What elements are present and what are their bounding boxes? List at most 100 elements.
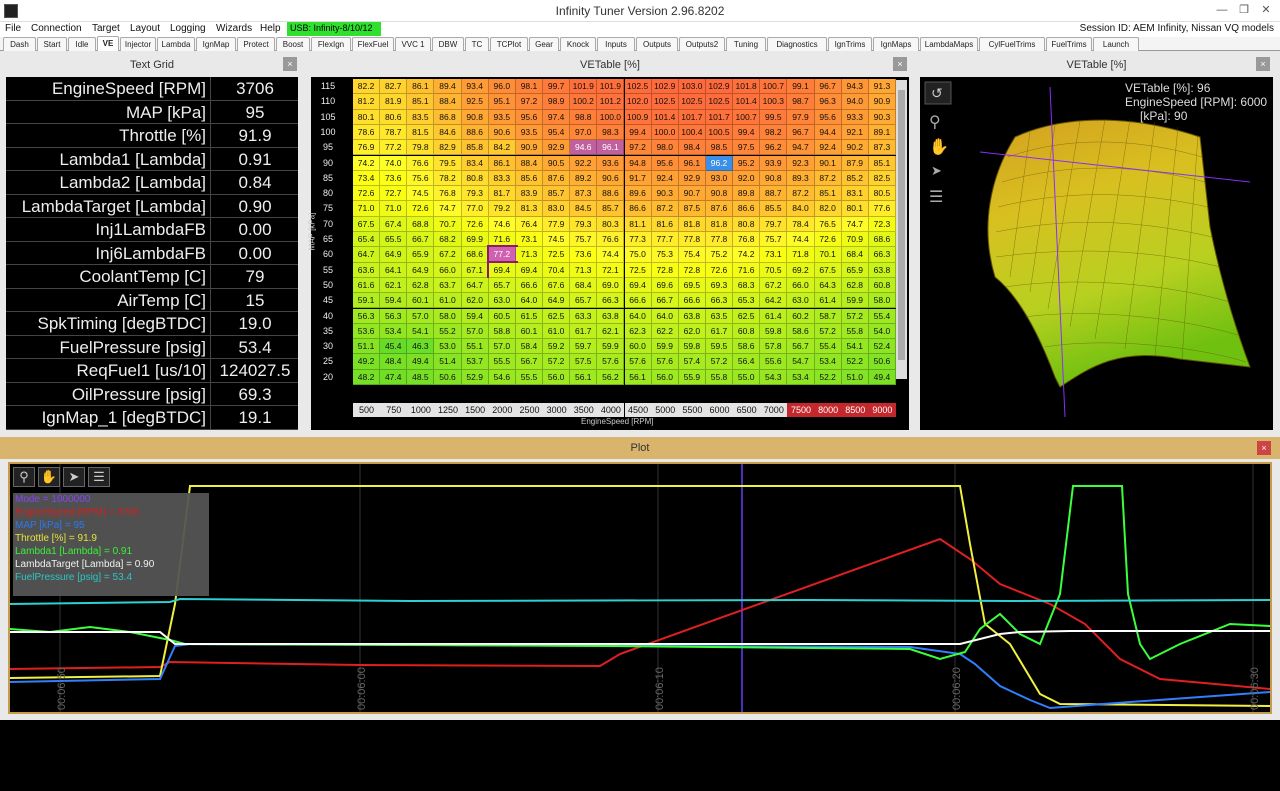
ve-cell[interactable]: 96.7: [814, 79, 842, 95]
ve-cell[interactable]: 86.8: [434, 109, 462, 125]
ve-cell[interactable]: 53.4: [787, 369, 815, 385]
plot-pointer-icon[interactable]: ➤: [63, 467, 85, 487]
ve-cell[interactable]: 96.1: [597, 140, 625, 156]
ve-cell[interactable]: 66.0: [787, 277, 815, 294]
ve-cell[interactable]: 93.9: [760, 155, 788, 171]
ve-3d-surface[interactable]: ↺ ⚲ ✋ ➤ ☰ VETable [%]: 96 EngineSpeed [R…: [920, 77, 1273, 430]
ve-cell[interactable]: 66.3: [597, 293, 625, 309]
ve-cell[interactable]: 57.6: [651, 354, 679, 370]
ve-cell[interactable]: 89.6: [624, 186, 652, 202]
ve-cell[interactable]: 90.8: [760, 170, 788, 187]
tab-protect[interactable]: Protect: [237, 37, 275, 51]
ve-cell[interactable]: 62.0: [461, 293, 489, 309]
ve-cell[interactable]: 79.3: [570, 216, 598, 232]
tab-diagnostics[interactable]: Diagnostics: [767, 37, 827, 51]
ve-cell[interactable]: 81.9: [380, 94, 408, 110]
ve-cell[interactable]: 74.7: [841, 216, 869, 232]
ve-cell[interactable]: 55.1: [461, 339, 489, 355]
ve-cell[interactable]: 85.8: [461, 140, 489, 156]
ve-cell[interactable]: 59.9: [597, 339, 625, 355]
ve-cell[interactable]: 59.2: [543, 339, 571, 355]
ve-cell[interactable]: 87.2: [787, 186, 815, 202]
ve-cell[interactable]: 76.4: [515, 216, 544, 232]
ve-cell[interactable]: 90.7: [678, 186, 706, 202]
ve-cell[interactable]: 61.7: [570, 323, 598, 340]
ve-cell[interactable]: 72.5: [624, 262, 652, 278]
ve-cell[interactable]: 75.4: [678, 247, 706, 263]
ve-cell[interactable]: 101.9: [597, 79, 625, 95]
ve-cell[interactable]: 81.1: [624, 216, 652, 232]
ve-cell[interactable]: 89.8: [733, 186, 761, 202]
ve-cell[interactable]: 98.5: [705, 140, 734, 156]
ve-cell[interactable]: 72.6: [407, 201, 435, 217]
ve-cell[interactable]: 97.5: [733, 140, 761, 156]
ve-cell[interactable]: 94.3: [841, 79, 869, 95]
ve-cell[interactable]: 96.3: [814, 94, 842, 110]
ve-cell[interactable]: 63.8: [678, 308, 706, 324]
ve-cell[interactable]: 60.8: [733, 323, 761, 340]
ve-cell[interactable]: 67.2: [434, 247, 462, 263]
ve-cell[interactable]: 81.2: [353, 94, 381, 110]
ve-cell[interactable]: 48.5: [407, 369, 435, 385]
ve-cell[interactable]: 49.4: [868, 369, 896, 385]
ve-cell[interactable]: 98.4: [678, 140, 706, 156]
ve-cell[interactable]: 98.8: [570, 109, 598, 125]
ve-cell[interactable]: 100.3: [760, 94, 788, 110]
ve-cell[interactable]: 83.0: [543, 201, 571, 217]
ve-cell[interactable]: 93.6: [597, 155, 625, 171]
tab-launch[interactable]: Launch: [1093, 37, 1139, 51]
ve-cell[interactable]: 76.5: [814, 216, 842, 232]
ve-cell[interactable]: 56.3: [353, 308, 381, 324]
ve-cell[interactable]: 65.7: [488, 277, 516, 294]
ve-cell[interactable]: 67.2: [760, 277, 788, 294]
restore-icon[interactable]: ❐: [1234, 2, 1254, 18]
ve-cell[interactable]: 87.9: [841, 155, 869, 171]
ve-cell[interactable]: 83.9: [515, 186, 544, 202]
ve-cell[interactable]: 64.1: [380, 262, 408, 278]
ve-cell[interactable]: 53.4: [814, 354, 842, 370]
ve-cell[interactable]: 71.0: [353, 201, 381, 217]
ve-cell[interactable]: 100.0: [597, 109, 625, 125]
ve-cell[interactable]: 91.3: [868, 79, 896, 95]
ve-table-scrollbar[interactable]: [896, 80, 907, 379]
ve-cell[interactable]: 85.7: [597, 201, 625, 217]
tab-start[interactable]: Start: [37, 37, 67, 51]
ve-cell[interactable]: 98.1: [515, 79, 544, 95]
ve-cell[interactable]: 71.6: [488, 232, 516, 248]
ve-cell[interactable]: 87.6: [705, 201, 734, 217]
ve-cell[interactable]: 72.8: [651, 262, 679, 278]
ve-cell[interactable]: 61.4: [814, 293, 842, 309]
ve-cell[interactable]: 58.6: [787, 323, 815, 340]
ve-cell[interactable]: 60.5: [488, 308, 516, 324]
ve-cell[interactable]: 80.3: [597, 216, 625, 232]
tab-vvc-1[interactable]: VVC 1: [395, 37, 431, 51]
ve-cell[interactable]: 77.0: [461, 201, 489, 217]
ve-cell[interactable]: 87.3: [570, 186, 598, 202]
ve-cell[interactable]: 57.0: [461, 323, 489, 340]
ve-cell[interactable]: 84.5: [570, 201, 598, 217]
pointer-icon[interactable]: ➤: [931, 164, 942, 179]
ve-cell[interactable]: 73.1: [515, 232, 544, 248]
ve-cell[interactable]: 89.3: [787, 170, 815, 187]
ve-cell[interactable]: 65.9: [407, 247, 435, 263]
tab-flexign[interactable]: FlexIgn: [311, 37, 351, 51]
ve-cell[interactable]: 100.7: [733, 109, 761, 125]
ve-cell[interactable]: 101.4: [651, 109, 679, 125]
ve-cell[interactable]: 103.0: [678, 79, 706, 95]
ve-cell[interactable]: 61.0: [543, 323, 571, 340]
ve-cell[interactable]: 64.7: [353, 247, 381, 263]
ve-cell[interactable]: 80.6: [380, 109, 408, 125]
ve-cell[interactable]: 74.7: [434, 201, 462, 217]
ve-cell[interactable]: 100.5: [705, 124, 734, 141]
ve-cell[interactable]: 80.8: [733, 216, 761, 232]
ve-cell[interactable]: 87.6: [543, 170, 571, 187]
ve-cell[interactable]: 66.6: [515, 277, 544, 294]
ve-cell[interactable]: 93.3: [841, 109, 869, 125]
ve-cell[interactable]: 55.4: [814, 339, 842, 355]
ve-cell[interactable]: 57.2: [705, 354, 734, 370]
ve-cell[interactable]: 85.1: [868, 155, 896, 171]
ve-cell[interactable]: 96.7: [787, 124, 815, 141]
ve-cell[interactable]: 75.6: [407, 170, 435, 187]
ve-cell[interactable]: 87.5: [678, 201, 706, 217]
ve-cell[interactable]: 61.0: [434, 293, 462, 309]
